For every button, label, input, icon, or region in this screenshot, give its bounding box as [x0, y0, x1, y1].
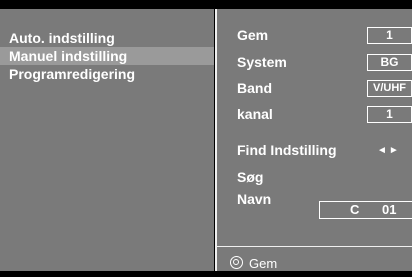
ok-button-icon — [230, 256, 243, 269]
channel-number: 01 — [382, 202, 397, 217]
setting-label-gem: Gem — [237, 27, 269, 43]
setting-label-name: Navn — [237, 191, 272, 207]
setting-label-system: System — [237, 54, 287, 70]
channel-letter: C — [350, 202, 360, 217]
settings-panel: Gem 1 System BG Band V/UHF kanal 1 Find … — [217, 9, 412, 271]
setting-label-search: Søg — [237, 169, 264, 185]
menu-item-manual-tuning[interactable]: Manuel indstilling — [0, 47, 214, 65]
system-value-box[interactable]: BG — [367, 54, 412, 71]
setting-label-find-tuning: Find Indstilling — [237, 142, 337, 158]
name-value-box[interactable]: C 01 — [319, 201, 412, 219]
setting-label-band: Band — [237, 80, 272, 96]
menu-item-auto-tuning[interactable]: Auto. indstilling — [0, 29, 214, 47]
setting-label-kanal: kanal — [237, 106, 273, 122]
kanal-value-box[interactable]: 1 — [367, 106, 412, 123]
band-value-box[interactable]: V/UHF — [367, 80, 412, 97]
menu-item-program-edit[interactable]: Programredigering — [0, 65, 214, 83]
menu-panel: Auto. indstilling Manuel indstilling Pro… — [0, 9, 214, 271]
footer-divider — [217, 246, 412, 247]
left-right-arrows-icon[interactable]: ◄► — [377, 144, 401, 158]
footer-label: Gem — [249, 256, 278, 271]
gem-value-box[interactable]: 1 — [367, 27, 412, 44]
footer-hint: Gem — [230, 256, 277, 271]
tv-osd-screen: Auto. indstilling Manuel indstilling Pro… — [0, 0, 412, 277]
